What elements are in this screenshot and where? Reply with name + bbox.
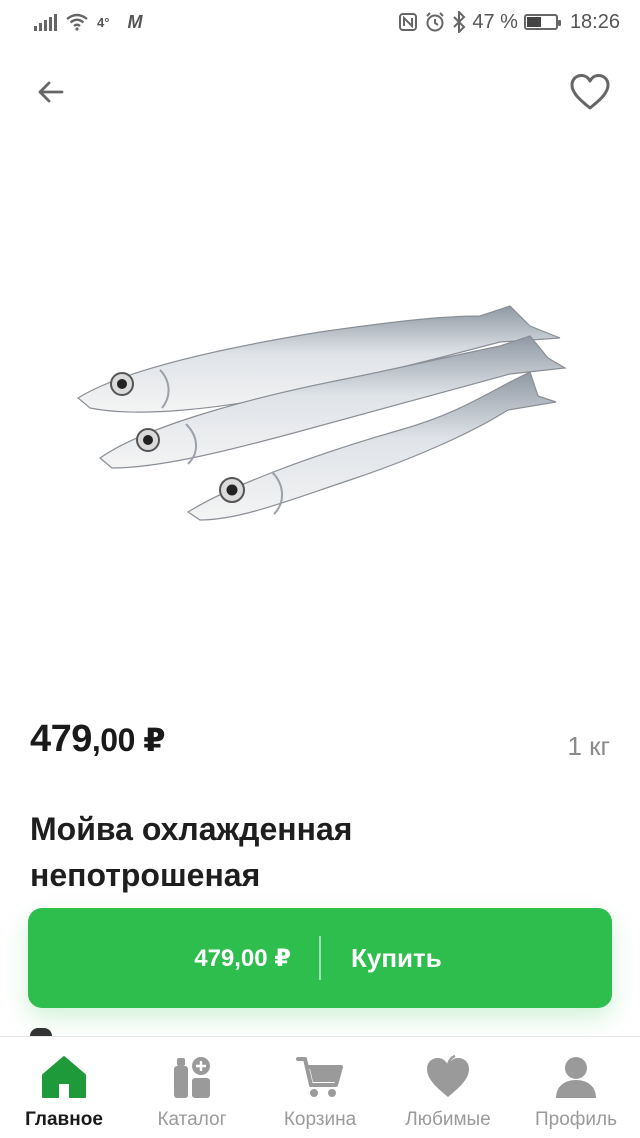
nav-label-home: Главное: [25, 1109, 103, 1130]
product-title: Мойва охлажденная непотрошеная: [30, 811, 353, 893]
arrow-left-icon: [38, 81, 64, 103]
signal-icon: [34, 13, 57, 31]
cart-icon: [294, 1051, 346, 1103]
buy-button-label: Купить: [351, 942, 442, 973]
buy-button[interactable]: 479,00 ₽ Купить: [28, 908, 612, 1008]
network-type: 4°: [97, 14, 110, 30]
nav-label-catalog: Каталог: [157, 1109, 227, 1130]
nav-label-cart: Корзина: [283, 1109, 357, 1130]
back-button[interactable]: [28, 70, 72, 114]
nav-item-profile[interactable]: Профиль: [512, 1051, 640, 1131]
battery-level: [526, 17, 542, 27]
status-left: 4° M: [34, 12, 142, 33]
status-right: 47 % 18:26: [398, 11, 620, 34]
battery-percent: 47 %: [472, 10, 518, 33]
home-icon: [38, 1051, 90, 1103]
price-cents: ,00 ₽: [91, 722, 166, 758]
alarm-icon: [426, 12, 445, 32]
carrier-mark: M: [127, 11, 143, 32]
bluetooth-icon: [453, 11, 466, 33]
battery-icon: [523, 14, 561, 30]
favorite-button[interactable]: [566, 70, 614, 114]
product-weight: 1 кг: [567, 731, 610, 761]
profile-icon: [550, 1051, 602, 1103]
catalog-icon: [166, 1051, 218, 1103]
nav-item-cart[interactable]: Корзина: [256, 1051, 384, 1131]
top-actions: [0, 70, 640, 114]
clock: 18:26: [569, 10, 620, 33]
nfc-icon: [399, 13, 418, 31]
nav-item-home[interactable]: Главное: [0, 1051, 128, 1131]
heart-icon: [422, 1051, 474, 1103]
nav-item-favorites[interactable]: Любимые: [384, 1051, 512, 1131]
nav-item-catalog[interactable]: Каталог: [128, 1051, 256, 1131]
product-price: 479,00 ₽: [30, 718, 166, 761]
bottom-nav: Главное Каталог Корзина Любимые Профиль: [0, 1036, 640, 1138]
product-image: [60, 280, 580, 550]
heart-outline-icon: [570, 74, 610, 110]
status-bar: 4° M 47 % 18:26: [0, 0, 640, 44]
buy-button-price: 479,00 ₽: [194, 944, 291, 972]
nav-label-favorites: Любимые: [405, 1109, 491, 1130]
capelin-fish-image: [76, 305, 567, 521]
price-main: 479: [30, 718, 92, 760]
wifi-icon: [66, 13, 88, 31]
nav-label-profile: Профиль: [534, 1109, 618, 1130]
